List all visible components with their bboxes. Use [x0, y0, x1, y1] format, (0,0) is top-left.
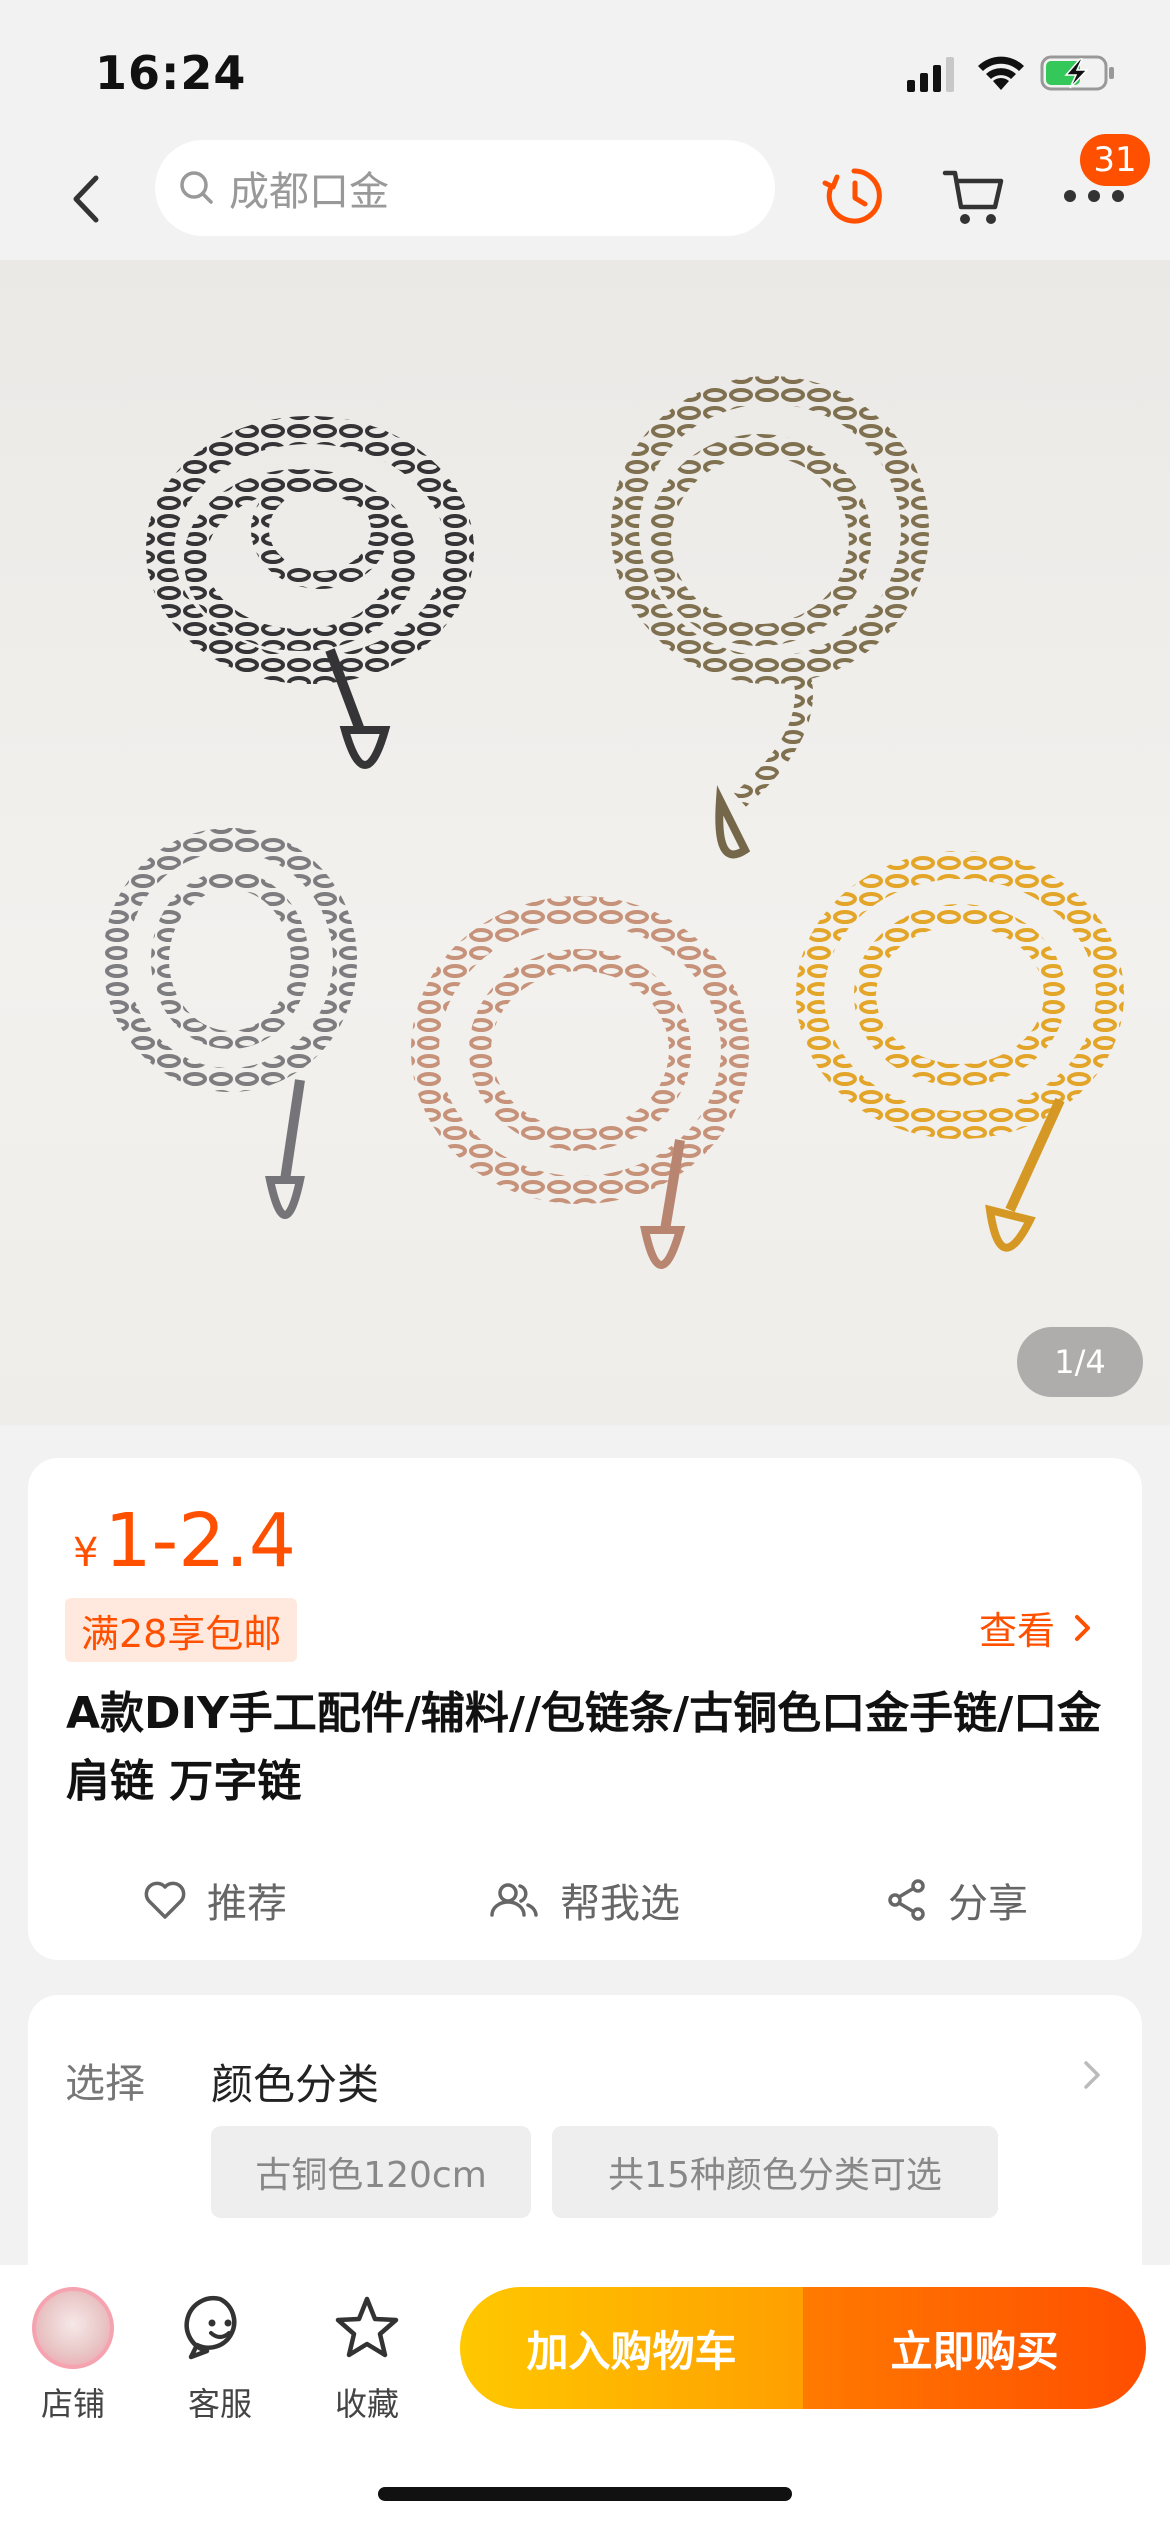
customer-service-icon: [184, 2296, 237, 2360]
shopping-cart-icon: [942, 170, 1004, 224]
silver-chain: [103, 828, 357, 1219]
product-photo: [103, 376, 1124, 1269]
sku-select-label: 选择: [65, 2061, 145, 2107]
favorite-button[interactable]: 收藏: [312, 2287, 422, 2425]
search-placeholder: 成都口金: [229, 169, 389, 215]
status-bar: 16:24: [0, 0, 1170, 140]
search-input[interactable]: 成都口金: [155, 140, 775, 236]
gold-chain: [796, 851, 1124, 1252]
more-dots-icon: [1064, 190, 1124, 202]
wifi-icon: [978, 56, 1024, 90]
sku-selector-card[interactable]: 选择 颜色分类 古铜色120cm 共15种颜色分类可选: [28, 1995, 1142, 2295]
notification-badge: 31: [1080, 134, 1150, 186]
shop-avatar: [32, 2287, 114, 2369]
recommend-button[interactable]: 推荐: [143, 1862, 287, 1938]
view-link-label: 查看: [978, 1609, 1055, 1653]
free-shipping-tag: 满28享包邮: [65, 1598, 298, 1662]
view-promo-link[interactable]: 查看: [979, 1600, 1097, 1655]
history-clock-icon: [822, 168, 882, 224]
star-icon: [335, 2296, 399, 2358]
product-image-carousel[interactable]: 1/4: [0, 260, 1170, 1425]
chevron-left-icon: [73, 175, 99, 223]
currency-symbol: ¥: [73, 1530, 99, 1576]
share-button[interactable]: 分享: [886, 1862, 1028, 1938]
image-counter: 1/4: [1017, 1327, 1143, 1397]
price: ¥ 1-2.4: [73, 1498, 296, 1584]
rose-gold-chain: [411, 896, 749, 1269]
battery-charging-icon: [1040, 55, 1114, 91]
help-choose-button[interactable]: 帮我选: [488, 1862, 680, 1938]
top-nav-bar: 成都口金 31: [0, 134, 1170, 260]
purchase-buttons: 加入购物车 立即购买: [460, 2287, 1146, 2409]
chevron-right-icon: [1084, 2061, 1100, 2089]
back-button[interactable]: [50, 164, 120, 234]
price-value: 1-2.4: [104, 1498, 296, 1584]
cart-button[interactable]: [938, 160, 1010, 232]
recommend-label: 推荐: [207, 1881, 287, 1927]
status-time: 16:24: [95, 46, 247, 100]
people-icon: [490, 1883, 538, 1917]
product-actions: 推荐 帮我选 分享: [28, 1862, 1142, 1938]
bronze-chain: [611, 376, 929, 859]
shop-button[interactable]: 店铺: [18, 2287, 128, 2425]
history-button[interactable]: [818, 160, 890, 232]
home-indicator[interactable]: [378, 2487, 792, 2501]
cellular-signal-icon: [907, 57, 954, 92]
product-info-card: ¥ 1-2.4 满28享包邮 查看 A款DIY手工配件/辅料//包链条/古铜色口…: [28, 1458, 1142, 1960]
search-icon: [180, 171, 213, 204]
chevron-right-icon: [1075, 1614, 1090, 1641]
product-title: A款DIY手工配件/辅料//包链条/古铜色口金手链/口金肩链 万字链: [66, 1688, 1102, 1807]
sku-option-chip[interactable]: 古铜色120cm: [211, 2126, 531, 2218]
buy-now-button[interactable]: 立即购买: [803, 2287, 1146, 2409]
customer-service-button[interactable]: 客服: [165, 2287, 275, 2425]
sku-heading: 颜色分类: [211, 2060, 380, 2109]
heart-icon: [144, 1881, 186, 1919]
sku-more-options-chip[interactable]: 共15种颜色分类可选: [552, 2126, 998, 2218]
help-choose-label: 帮我选: [560, 1881, 680, 1927]
add-to-cart-button[interactable]: 加入购物车: [460, 2287, 803, 2409]
share-icon: [888, 1879, 925, 1921]
black-chain: [146, 416, 474, 769]
favorite-label: 收藏: [334, 2385, 399, 2423]
shop-label: 店铺: [40, 2385, 105, 2423]
share-label: 分享: [948, 1881, 1028, 1927]
service-label: 客服: [187, 2385, 252, 2423]
